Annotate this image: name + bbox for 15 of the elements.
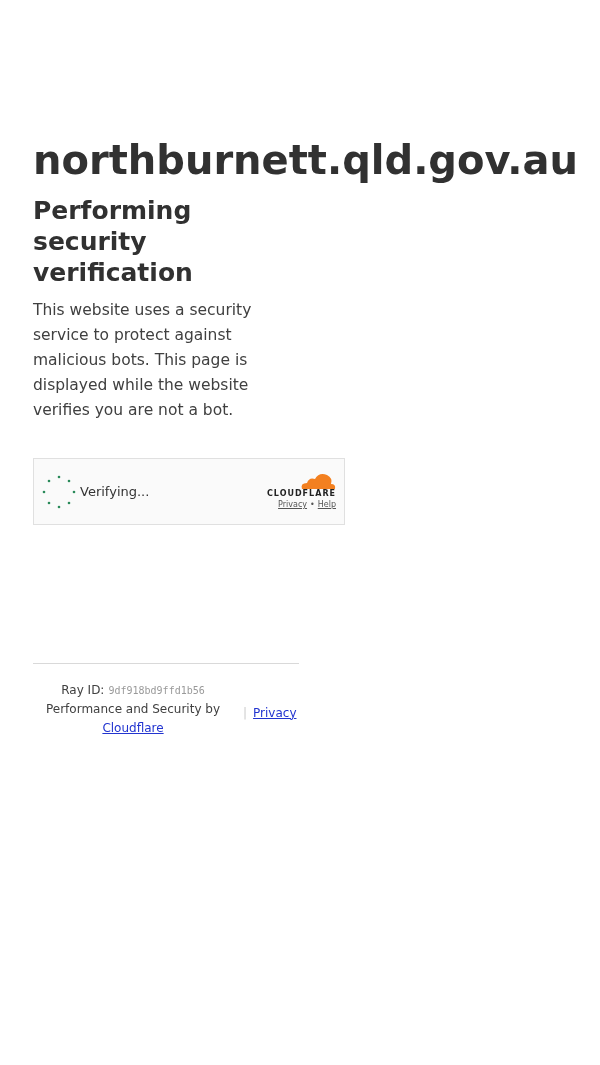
separator-dot: • (310, 499, 315, 511)
cloudflare-link[interactable]: Cloudflare (102, 719, 164, 738)
ray-id-label: Ray ID: (61, 682, 105, 699)
spinner-icon (42, 474, 76, 509)
performance-text: Performance and Security by (45, 701, 221, 718)
help-link[interactable]: Help (317, 499, 336, 511)
status-text: Verifying... (80, 482, 150, 501)
brand-logo-text: CLOUDFLARE (267, 489, 336, 499)
footer-divider: | (243, 704, 248, 722)
site-domain: northburnett.qld.gov.au (33, 137, 579, 183)
privacy-link[interactable]: Privacy (253, 703, 297, 722)
page-heading: Performing security verification (33, 195, 194, 288)
ray-id-value: 9df918bd9ffd1b56 (108, 684, 205, 698)
privacy-link[interactable]: Privacy (278, 499, 308, 511)
description-text: This website uses a security service to protect against malicious bots. This page is displayed while the website verifies you are not a bot. (33, 300, 253, 421)
